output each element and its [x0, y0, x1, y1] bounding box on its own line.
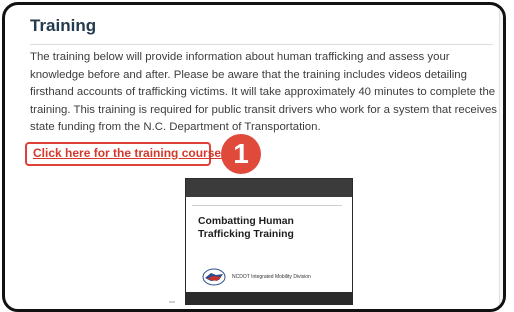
step-number-badge: 1: [221, 134, 261, 174]
video-title-rule: [192, 205, 342, 206]
highlight-box: Click here for the training course.: [25, 142, 224, 166]
training-description: The training below will provide informat…: [30, 51, 497, 134]
content-card: Training The training below will provide…: [2, 2, 506, 312]
ncdot-logo-icon: [202, 268, 226, 286]
video-top-bar: [186, 179, 352, 197]
video-title: Combatting Human Trafficking Training: [198, 216, 294, 240]
section-title: Training: [30, 16, 97, 35]
video-bottom-bar: [186, 292, 352, 304]
right-scroll-strip: [499, 5, 503, 305]
video-organization: NCDOT Integrated Mobility Division: [232, 274, 311, 280]
title-divider: [30, 44, 493, 45]
training-course-link[interactable]: Click here for the training course.: [33, 146, 224, 160]
scroll-hint-mark: [169, 301, 175, 303]
training-video-thumbnail[interactable]: Combatting Human Trafficking Training NC…: [185, 178, 353, 305]
